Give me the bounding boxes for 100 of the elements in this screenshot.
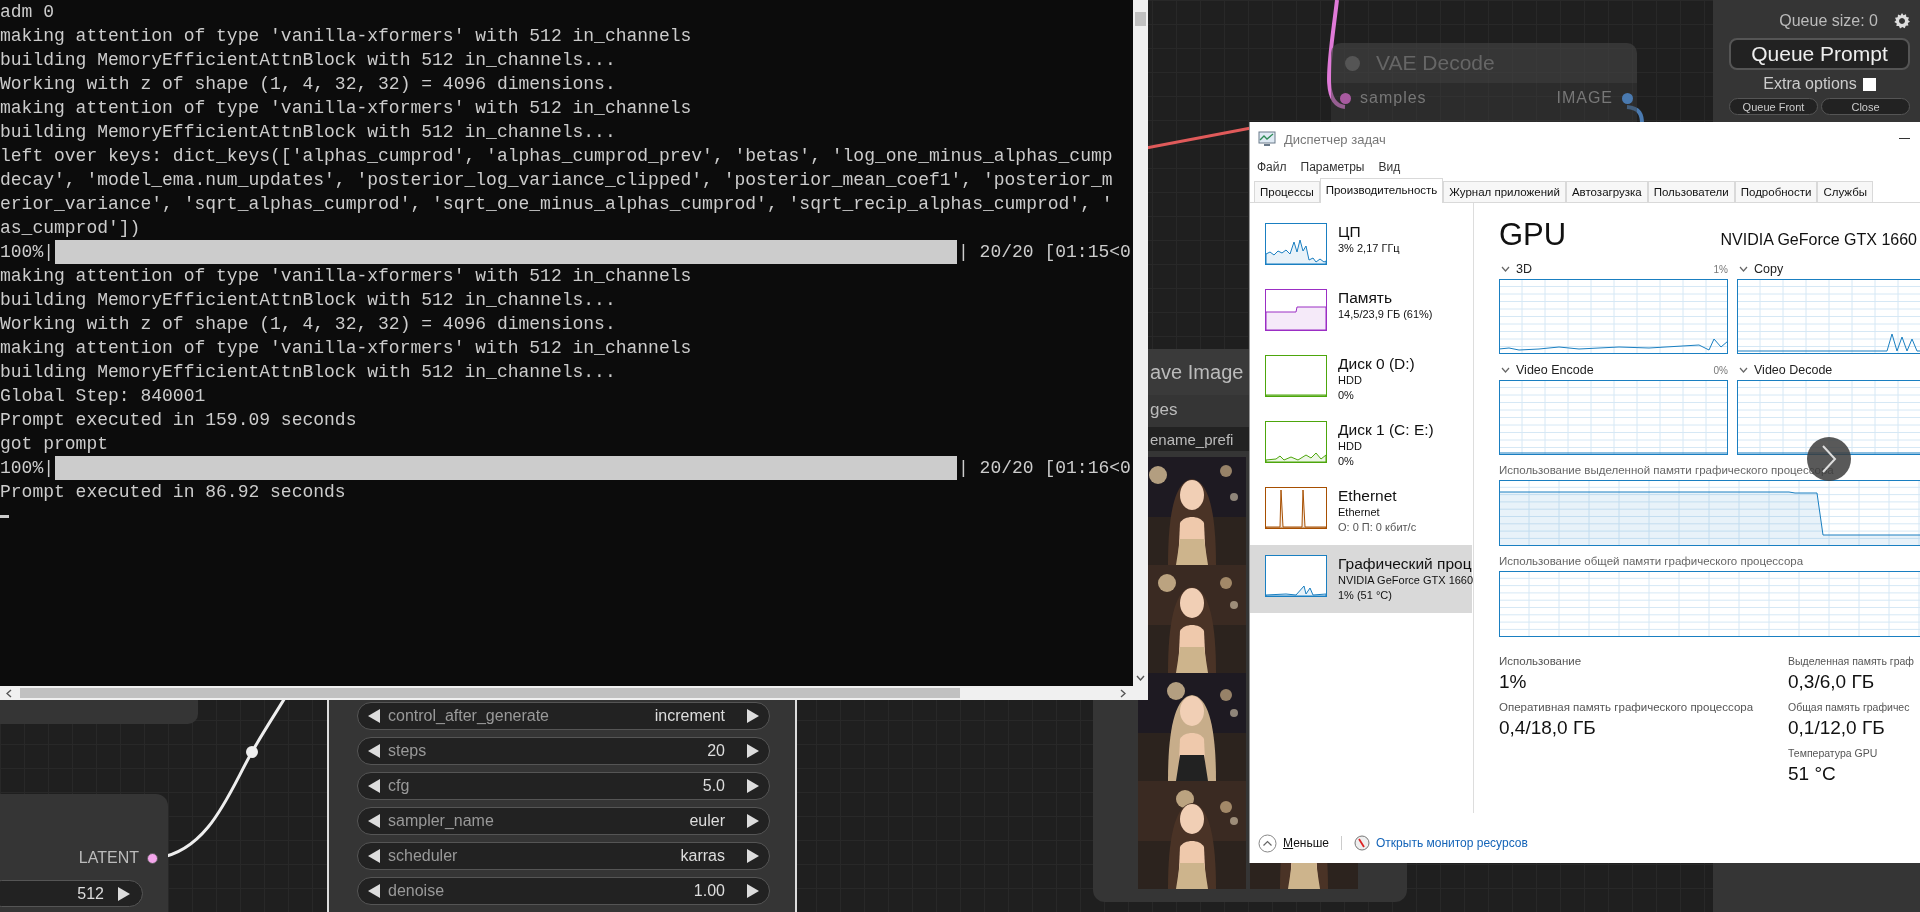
console-line: building MemoryEfficientAttnBlock with 512 in_channels... — [0, 49, 617, 72]
console-line: as_cumprod']) — [0, 217, 142, 240]
tab[interactable]: Подробности — [1734, 181, 1818, 202]
right-arrow-icon[interactable] — [747, 779, 759, 793]
chevron-down-icon[interactable] — [1501, 367, 1510, 373]
right-arrow-icon[interactable] — [747, 884, 759, 898]
chevron-down-icon[interactable] — [1739, 367, 1748, 373]
resource-item[interactable]: Диск 1 (C: E:) HDD 0% — [1250, 413, 1473, 479]
left-arrow-icon[interactable] — [368, 779, 380, 793]
console-line: Working with z of shape (1, 4, 32, 32) = 4096 dimensions. — [0, 73, 617, 96]
resource-item[interactable]: Ethernet Ethernet О: 0 П: 0 кбит/с — [1250, 479, 1473, 545]
output-label: LATENT — [78, 849, 139, 867]
stat-value: 51 °C — [1788, 762, 1837, 786]
chevron-up-circle-icon[interactable] — [1258, 833, 1277, 853]
console-text: 100%| — [0, 457, 54, 480]
tab[interactable]: Пользователи — [1647, 181, 1735, 202]
checkbox[interactable] — [1862, 77, 1876, 91]
minimize-icon[interactable] — [1899, 138, 1910, 140]
console-line: Working with z of shape (1, 4, 32, 32) = 4096 dimensions. — [0, 313, 617, 336]
output-slot-icon[interactable] — [147, 852, 158, 864]
queue-action-button[interactable]: Queue Front — [1729, 98, 1818, 115]
number-widget[interactable]: 512 — [0, 880, 143, 907]
right-arrow-icon[interactable] — [747, 709, 759, 723]
tab[interactable]: Производительность — [1319, 178, 1444, 203]
chevron-down-icon[interactable] — [1739, 266, 1748, 272]
console-line: building MemoryEfficientAttnBlock with 512 in_channels... — [0, 289, 617, 312]
text-cursor — [0, 514, 9, 518]
tab[interactable]: Автозагрузка — [1565, 181, 1648, 202]
stat-value: 0,4/18,0 ГБ — [1499, 716, 1597, 740]
graph-label: Использование общей памяти графического процессора — [1499, 555, 1805, 569]
tab[interactable]: Процессы — [1254, 181, 1320, 202]
widget-field[interactable]: control_after_generate increment — [357, 702, 770, 730]
queue-action-button[interactable]: Close — [1821, 98, 1910, 115]
widget-field[interactable]: cfg 5.0 — [357, 772, 770, 800]
console-line: decay', 'model_ema.num_updates', 'posterior_log_variance_clipped', 'posterior_mean_coef1', 'posterior_m — [0, 169, 1114, 192]
resource-monitor-link[interactable]: Открыть монитор ресурсов — [1376, 836, 1528, 850]
widget-field[interactable]: sampler_name euler — [357, 807, 770, 835]
input-slot-icon[interactable] — [1340, 92, 1351, 104]
resource-detail: 3% 2,17 ГГц — [1338, 241, 1400, 256]
chevron-left-icon[interactable] — [6, 688, 12, 698]
chevron-right-icon[interactable] — [1120, 688, 1126, 698]
scroll-thumb[interactable] — [1135, 12, 1146, 26]
queue-prompt-button[interactable]: Queue Prompt — [1729, 38, 1910, 70]
menu-item[interactable]: Файл — [1257, 160, 1287, 174]
console-line: left over keys: dict_keys(['alphas_cumprod', 'alphas_cumprod_prev', 'betas', 'log_one_minus_alphas_cump — [0, 145, 1114, 168]
stat-value: 0,3/6,0 ГБ — [1788, 670, 1876, 694]
widget-field[interactable]: denoise 1.00 — [357, 877, 770, 905]
right-arrow-icon[interactable] — [747, 849, 759, 863]
text-widget[interactable]: ename_prefi — [1145, 427, 1249, 451]
resource-detail: 0% — [1338, 454, 1355, 469]
stat-label: Оперативная память графического процессора — [1499, 701, 1755, 713]
right-arrow-icon[interactable] — [747, 744, 759, 758]
input-label: samples — [1360, 89, 1427, 107]
resource-title: Диск 1 (C: E:) — [1338, 421, 1434, 439]
resource-item[interactable]: ЦП 3% 2,17 ГГц — [1250, 215, 1473, 281]
tab[interactable]: Службы — [1817, 181, 1873, 202]
left-arrow-icon[interactable] — [368, 849, 380, 863]
right-arrow-icon[interactable] — [747, 814, 759, 828]
section-heading: GPU — [1499, 217, 1567, 253]
left-arrow-icon[interactable] — [368, 814, 380, 828]
chevron-down-icon[interactable] — [1501, 266, 1510, 272]
stat-value: 0,1/12,0 ГБ — [1788, 716, 1886, 740]
output-label: ges — [1150, 400, 1178, 420]
widget-field[interactable]: steps 20 — [357, 737, 770, 765]
output-slot-icon[interactable] — [1622, 92, 1633, 104]
menu-item[interactable]: Параметры — [1300, 160, 1365, 174]
tab[interactable]: Журнал приложений — [1443, 181, 1566, 202]
resource-item[interactable]: Диск 0 (D:) HDD 0% — [1250, 347, 1473, 413]
output-label: IMAGE — [1556, 89, 1613, 107]
monitor-chart-icon — [1258, 131, 1276, 147]
scrollbar[interactable] — [1133, 0, 1148, 686]
resource-title: Ethernet — [1338, 487, 1398, 505]
left-arrow-icon[interactable] — [368, 709, 380, 723]
resource-detail: NVIDIA GeForce GTX 1660 — [1338, 573, 1474, 588]
scroll-thumb[interactable] — [20, 688, 960, 698]
widget-field[interactable]: scheduler karras — [357, 842, 770, 870]
resource-item[interactable]: Графический проц NVIDIA GeForce GTX 1660 1% (51 °C) — [1250, 545, 1472, 613]
resource-detail: 0% — [1338, 388, 1355, 403]
right-arrow-icon[interactable] — [118, 886, 130, 901]
resource-detail: 14,5/23,9 ГБ (61%) — [1338, 307, 1433, 322]
fewer-details-button[interactable]: Меньше — [1283, 836, 1329, 850]
resource-detail: HDD — [1338, 373, 1363, 388]
status-dot-icon — [1345, 55, 1360, 71]
node-title: ave Image — [1150, 360, 1244, 384]
scrollbar[interactable] — [0, 686, 1148, 700]
left-arrow-icon[interactable] — [368, 884, 380, 898]
console-line: erior_variance', 'sqrt_alphas_cumprod', 'sqrt_one_minus_alphas_cumprod', 'sqrt_recip_alphas_cumprod', ' — [0, 193, 1114, 216]
gauge-icon — [1354, 835, 1370, 851]
resource-title: Диск 0 (D:) — [1338, 355, 1415, 373]
left-arrow-icon[interactable] — [368, 744, 380, 758]
console-text: | 20/20 [01:15<0 — [958, 241, 1131, 264]
console-line: building MemoryEfficientAttnBlock with 512 in_channels... — [0, 361, 617, 384]
resource-item[interactable]: Память 14,5/23,9 ГБ (61%) — [1250, 281, 1473, 347]
chevron-down-icon[interactable] — [1136, 675, 1145, 681]
link-wire — [1626, 105, 1644, 125]
menu-item[interactable]: Вид — [1378, 160, 1401, 174]
console-line: making attention of type 'vanilla-xformers' with 512 in_channels — [0, 25, 693, 48]
console-line: making attention of type 'vanilla-xformers' with 512 in_channels — [0, 337, 693, 360]
engine-label: Copy — [1754, 262, 1784, 276]
settings-icon[interactable] — [1894, 13, 1910, 29]
